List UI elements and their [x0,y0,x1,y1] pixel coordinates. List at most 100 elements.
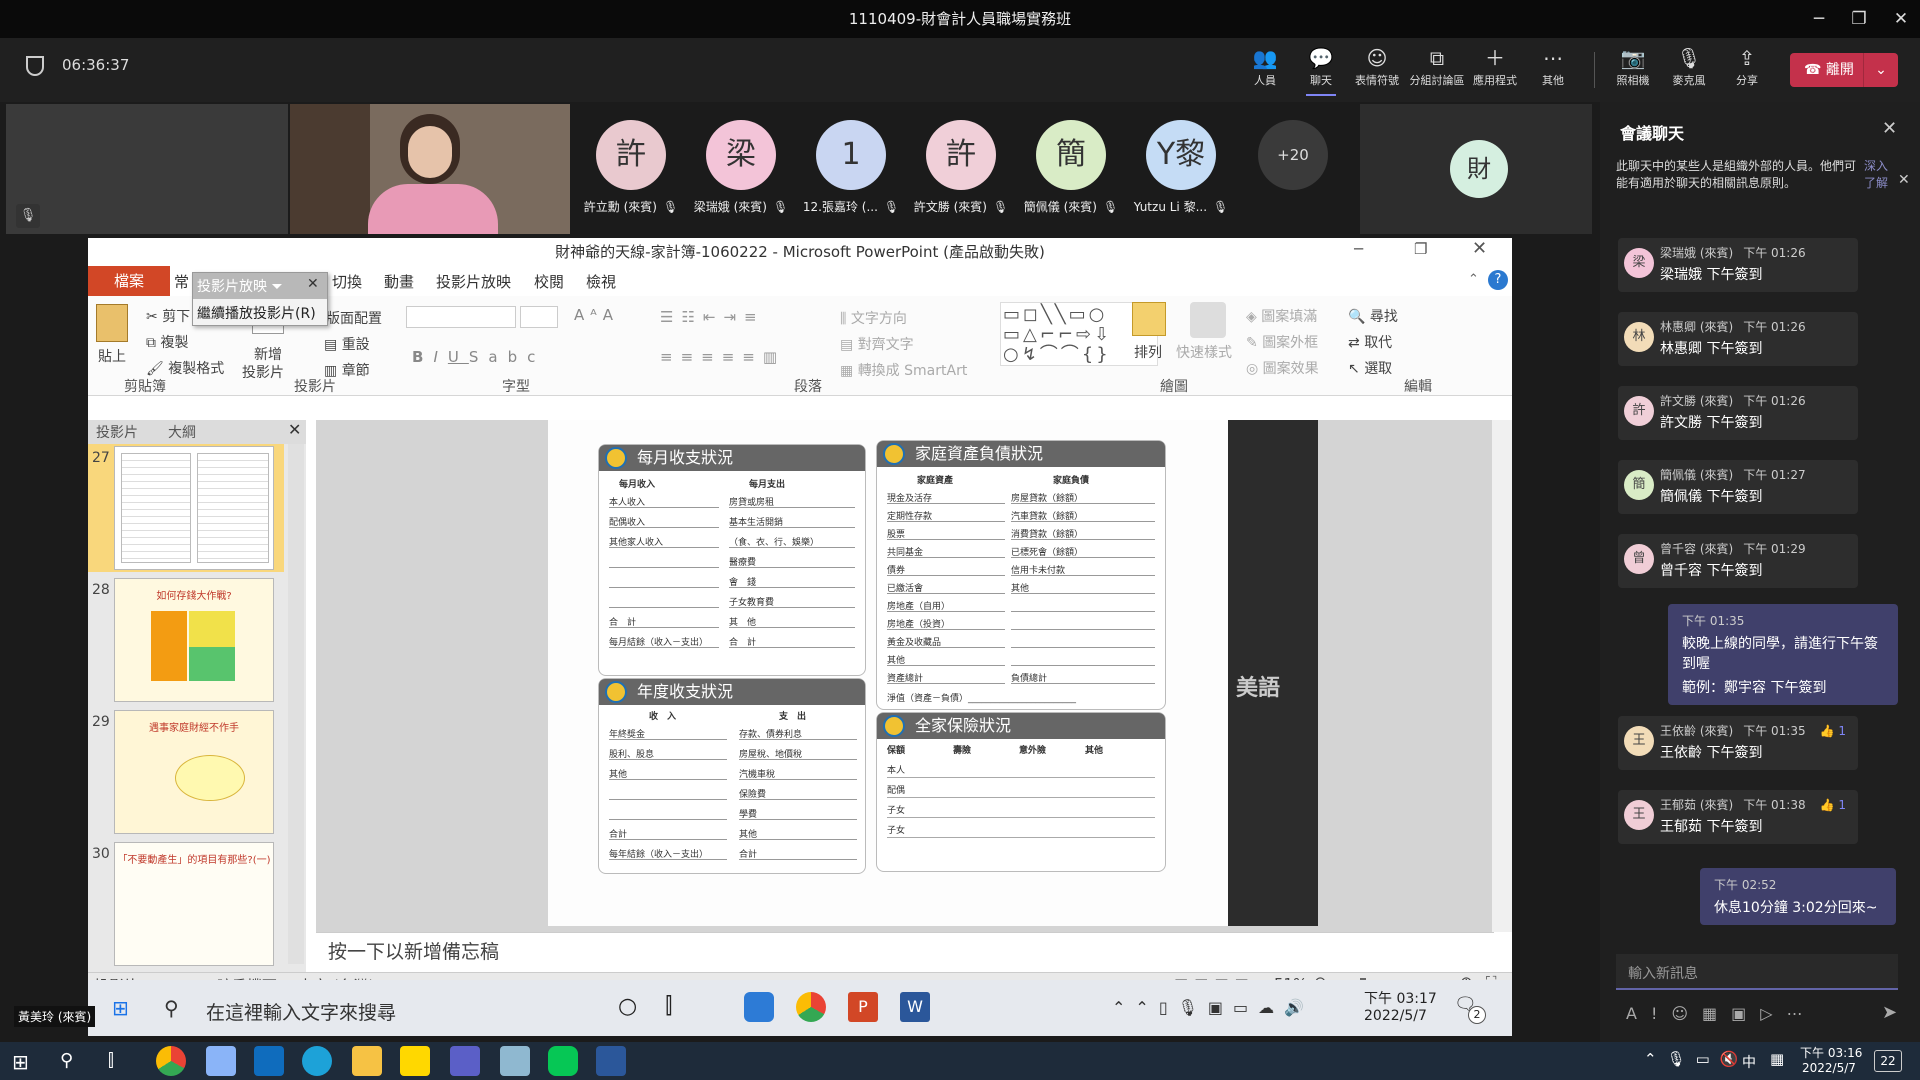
os-word-icon[interactable] [596,1046,626,1076]
slide-thumbnail[interactable]: 「不要動產生」的項目有那些?(一) [114,842,274,966]
start-icon[interactable]: ⊞ [112,996,129,1020]
paste-icon[interactable] [96,304,128,342]
quick-styles-button[interactable]: 快速樣式 [1176,342,1232,362]
os-explorer-icon[interactable] [352,1046,382,1076]
leave-dropdown-chevron-icon[interactable]: ⌄ [1863,53,1898,87]
ppt-minimize-icon[interactable]: ─ [1354,240,1363,258]
toolbar-camera-off-button[interactable]: 📷 照相機 [1604,46,1662,96]
font-format-icons[interactable]: BIUSabc [412,348,545,366]
toolbar-mic-off-button[interactable]: 🎙 麥克風 [1660,46,1718,96]
layout-button[interactable]: 版面配置 [326,308,382,328]
os-ime[interactable]: 中 [1742,1052,1756,1072]
minimize-icon[interactable]: ─ [1806,6,1832,32]
ppt-close-icon[interactable]: ✕ [1472,238,1487,259]
panel-tab-slides[interactable]: 投影片 [96,422,138,442]
close-window-icon[interactable]: ✕ [1888,6,1914,32]
popup-close-icon[interactable]: ✕ [307,276,319,292]
format-painter-button[interactable]: 🖌 複製格式 [146,358,224,378]
toolbar-more-button[interactable]: ⋯ 其他 [1524,46,1582,96]
taskbar-pinned-apps[interactable]: ○⫿ [618,994,700,1019]
shape-effects-button[interactable]: ◎ 圖案效果 [1246,358,1319,378]
toolbar-plus-button[interactable]: ＋ 應用程式 [1466,46,1524,96]
word-task-icon[interactable]: W [900,992,930,1022]
powerpoint-task-icon[interactable]: P [848,992,878,1022]
cut-button[interactable]: ✂ 剪下 [146,306,190,326]
message-input[interactable]: 輸入新訊息 [1616,954,1898,990]
tab-review[interactable]: 校閱 [534,271,564,292]
os-app2-icon[interactable] [500,1046,530,1076]
toolbar-people-button[interactable]: 👥 人員 [1236,46,1294,96]
app-icon-1[interactable] [744,992,774,1022]
tab-transitions[interactable]: 切換 [332,271,362,292]
slide-thumbnail[interactable]: 如何存錢大作戰? [114,578,274,702]
help-icon[interactable]: ? [1488,270,1508,290]
text-direction-button[interactable]: ⫼ 文字方向 [840,308,907,328]
os-teams-icon[interactable] [450,1046,480,1076]
reset-button[interactable]: ▤ 重設 [324,334,370,354]
new-slide-label2[interactable]: 投影片 [242,362,284,382]
search-icon[interactable]: ⚲ [164,996,179,1020]
os-taskview-icon[interactable]: ⫿ [108,1050,114,1071]
file-tab[interactable]: 檔案 [88,266,170,296]
tray-icons[interactable]: ⌃⌃▯🎙▣▭☁🔊 [1112,998,1314,1017]
slide-thumbnail[interactable]: 遇事家庭財經不作手 [114,710,274,834]
toolbar-emoji-button[interactable]: ☺ 表情符號 [1348,46,1406,96]
tab-view[interactable]: 檢視 [586,271,616,292]
os-line-icon[interactable] [548,1046,578,1076]
font-grow-shrink-icons[interactable]: AᴬA [574,306,619,324]
select-button[interactable]: ↖ 選取 [1348,358,1392,378]
send-icon[interactable]: ➤ [1882,1002,1897,1023]
list-icons[interactable]: ☰☷⇤⇥≡ [660,308,765,326]
os-chrome-icon[interactable] [156,1046,186,1076]
toolbar-breakout-button[interactable]: ⧉ 分組討論區 [1408,46,1466,96]
panel-tab-outline[interactable]: 大綱 [168,422,196,442]
os-notification-badge[interactable]: 22 [1874,1050,1902,1072]
os-keyboard-icon[interactable]: ▦ [1770,1050,1784,1068]
resume-slideshow-item[interactable]: 繼續播放投影片(R) [197,303,316,323]
search-box[interactable]: 在這裡輸入文字來搜尋 [206,998,396,1025]
more-participants-button[interactable]: +20 [1258,120,1328,190]
slide-canvas[interactable]: 每月收支狀況 每月收入 每月支出 本人收入 配偶收入 其他家人收入合 計每月結餘（收… [548,420,1318,926]
chrome-icon[interactable] [796,992,826,1022]
os-edge-icon[interactable] [302,1046,332,1076]
form-line-label: 合 計 [729,638,757,648]
toolbar-share-button[interactable]: ⇪ 分享 [1718,46,1776,96]
notes-pane[interactable]: 按一下以新增備忘稿 [316,932,1494,963]
editor-scrollbar[interactable] [1492,420,1512,932]
align-text-button[interactable]: ▤ 對齊文字 [840,334,914,354]
paste-button[interactable]: 貼上 [98,346,126,366]
quick-styles-icon[interactable] [1190,302,1226,338]
tab-slideshow[interactable]: 投影片放映 [436,271,511,292]
arrange-button[interactable]: 排列 [1134,342,1162,362]
ribbon-collapse-icon[interactable]: ⌃ [1468,272,1479,287]
chat-notice-link[interactable]: 深入了解 [1864,158,1890,192]
copy-button[interactable]: ⧉ 複製 [146,332,188,352]
toolbar-chat-button[interactable]: 💬 聊天 [1292,46,1350,96]
shape-fill-button[interactable]: ◈ 圖案填滿 [1246,306,1317,326]
shape-outline-button[interactable]: ✎ 圖案外框 [1246,332,1318,352]
os-tray-icons[interactable]: ⌃🎙▭🔇 [1644,1050,1748,1068]
ppt-restore-icon[interactable]: ❐ [1414,240,1427,258]
compose-tool-icons[interactable]: A!☺▦▣▷⋯ [1626,1004,1817,1023]
slide-thumbnail[interactable] [114,446,274,570]
replace-button[interactable]: ⇄ 取代 [1348,332,1392,352]
font-size-select[interactable] [520,306,558,328]
smartart-button[interactable]: ▦ 轉換成 SmartArt [840,360,967,380]
os-app-icon[interactable] [206,1046,236,1076]
panel-close-icon[interactable]: ✕ [288,420,301,439]
os-notes-icon[interactable] [400,1046,430,1076]
os-start-icon[interactable]: ⊞ [12,1050,29,1074]
find-button[interactable]: 🔍 尋找 [1348,306,1398,326]
restore-icon[interactable]: ❐ [1846,6,1872,32]
os-outlook-icon[interactable] [254,1046,284,1076]
thumb-scrollbar[interactable] [288,444,304,964]
notice-dismiss-icon[interactable]: ✕ [1898,172,1910,188]
align-icons[interactable]: ≡≡≡≡≡▥ [660,348,785,366]
chat-close-icon[interactable]: ✕ [1882,118,1897,139]
tab-animations[interactable]: 動畫 [384,271,414,292]
tab-home[interactable]: 常 [174,271,189,292]
font-name-select[interactable] [406,306,516,328]
os-search-icon[interactable]: ⚲ [60,1050,73,1071]
new-slide-label[interactable]: 新增 [254,344,282,364]
arrange-icon[interactable] [1132,302,1166,336]
